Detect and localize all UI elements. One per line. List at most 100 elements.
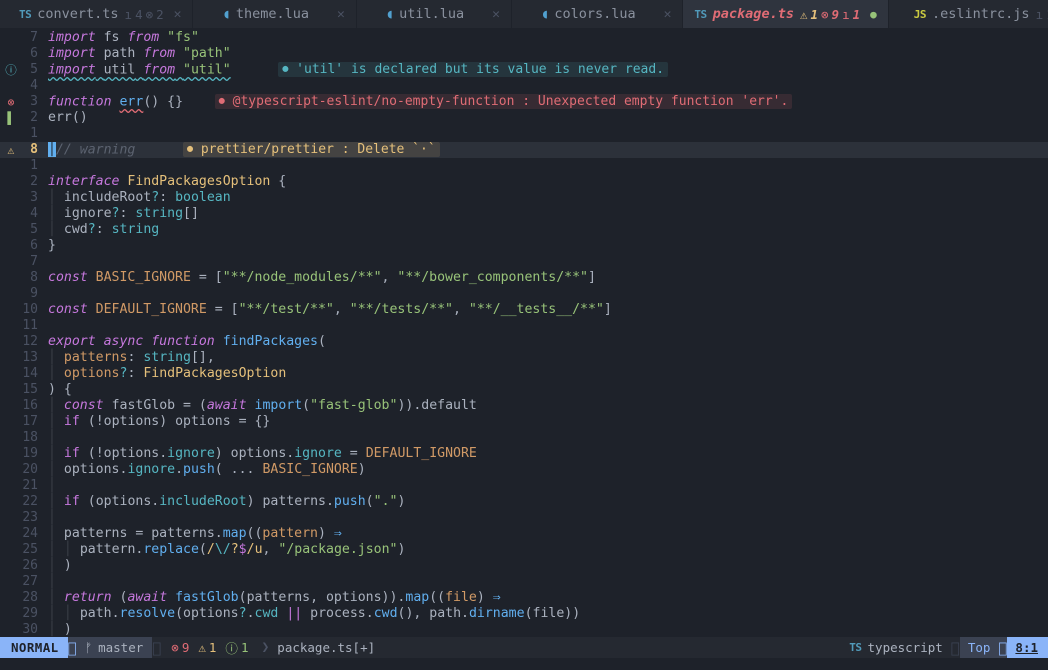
javascript-file-icon: JS [914,8,926,21]
code-line-hint: ⓘ5import util from "util" ● 'util' is de… [0,62,1048,78]
code-line: 15) { [0,382,1048,398]
mode-separator-icon:  [68,637,78,658]
code-text: │ if (!options.ignore) options.ignore = … [48,446,1048,462]
status-right: TS typescript  Top  8:1 [841,637,1048,658]
hint-count: 1 [853,7,861,22]
code-line: 28│ return (await fastGlob(patterns, opt… [0,590,1048,606]
line-number: 8 [22,270,48,286]
line-number: 27 [22,574,48,590]
status-left: NORMAL  ᚠ master  ⊗9 ⚠1 ⓘ1 ❯ package.t… [0,637,383,658]
code-line: 5│ cwd?: string [0,222,1048,238]
typescript-file-icon: TS [19,8,31,21]
code-text: export async function findPackages( [48,334,1048,350]
line-number: 23 [22,510,48,526]
modified-indicator-icon[interactable]: ● [870,8,877,21]
code-line: 2interface FindPackagesOption { [0,174,1048,190]
tab-package-ts[interactable]: TS package.ts ⚠1 ⊗9 ı1 ● [683,0,888,28]
code-text: err() [48,110,1048,126]
line-number: 22 [22,494,48,510]
code-text: │ ) [48,622,1048,637]
code-text: │ includeRoot?: boolean [48,190,1048,206]
warning-icon: ⚠ [800,7,808,22]
tab-diagnostics: ı1 [1036,7,1048,22]
warning-icon: ⚠ [198,640,206,655]
line-number: 12 [22,334,48,350]
line-number: 15 [22,382,48,398]
close-icon[interactable]: ✕ [174,7,182,22]
tab-util-lua[interactable]: ◖ util.lua ✕ [375,0,512,28]
scroll-separator-icon:  [951,637,960,658]
line-number: 5 [22,222,48,238]
tab-convert-ts[interactable]: TS convert.ts ı4 ⊗2 ✕ [8,0,193,28]
tab-label: theme.lua [236,6,309,22]
neovim-editor-window: TS convert.ts ı4 ⊗2 ✕ ◖ theme.lua ✕ ◖ ut… [0,0,1048,670]
line-number: 28 [22,590,48,606]
thin-separator-icon: ❯ [261,637,269,658]
code-text: │ [48,478,1048,494]
close-icon[interactable]: ✕ [664,7,672,22]
code-line: ▌2err() [0,110,1048,126]
code-line: 18│ [0,430,1048,446]
code-text: │// warning ● prettier/prettier : Delete… [48,142,1048,159]
tab-colors-lua[interactable]: ◖ colors.lua ✕ [530,0,683,28]
inline-diagnostic-warning: ● prettier/prettier : Delete `·` [183,142,440,157]
error-count: 9 [832,7,840,22]
code-text: ) { [48,382,1048,398]
code-text: │ patterns = patterns.map((pattern) ⇒ [48,526,1048,542]
line-number: 4 [22,206,48,222]
inline-diagnostic-error: ● @typescript-eslint/no-empty-function :… [215,94,793,109]
error-count: 2 [156,7,164,22]
tab-diagnostics: ı4 ⊗2 [125,7,164,22]
close-icon[interactable]: ✕ [337,7,345,22]
tab-label: package.ts [713,6,794,22]
line-number: 16 [22,398,48,414]
code-text: function err() {} ● @typescript-eslint/n… [48,94,1048,111]
code-line: 7import fs from "fs" [0,30,1048,46]
status-diagnostics[interactable]: ⊗9 ⚠1 ⓘ1 [162,637,261,658]
line-number: 6 [22,46,48,62]
code-line: 1 [0,126,1048,142]
line-number: 10 [22,302,48,318]
code-line: 17│ if (!options) options = {} [0,414,1048,430]
code-line: 14│ options?: FindPackagesOption [0,366,1048,382]
line-number: 1 [22,158,48,174]
line-number: 26 [22,558,48,574]
code-line: 26│ ) [0,558,1048,574]
code-line: 8const BASIC_IGNORE = ["**/node_modules/… [0,270,1048,286]
code-text: │ if (!options) options = {} [48,414,1048,430]
close-icon[interactable]: ✕ [492,7,500,22]
code-text: } [48,238,1048,254]
line-number: 14 [22,366,48,382]
line-number: 19 [22,446,48,462]
line-number: 24 [22,526,48,542]
code-line: 24│ patterns = patterns.map((pattern) ⇒ [0,526,1048,542]
line-number: 2 [22,174,48,190]
code-text: │ return (await fastGlob(patterns, optio… [48,590,1048,606]
code-line: 30│ ) [0,622,1048,637]
line-number: 11 [22,318,48,334]
scroll-position: Top [960,637,999,658]
line-number: 25 [22,542,48,558]
tab-label: util.lua [399,6,464,22]
line-number: 17 [22,414,48,430]
code-text: │ │ pattern.replace(/\/?$/u, "/package.j… [48,542,1048,558]
tab-eslintrc-js[interactable]: JS .eslintrc.js ı1 ✕ [903,0,1048,28]
tab-theme-lua[interactable]: ◖ theme.lua ✕ [211,0,356,28]
code-line: 4│ ignore?: string[] [0,206,1048,222]
hint-icon: ı [125,7,133,22]
code-line: 23│ [0,510,1048,526]
code-line: 11 [0,318,1048,334]
hint-sign-icon: ⓘ [0,62,22,78]
code-text: │ [48,430,1048,446]
code-line: 6} [0,238,1048,254]
line-number: 1 [22,126,48,142]
git-branch-status[interactable]: ᚠ master [78,637,153,658]
code-editor-area[interactable]: 7import fs from "fs" 6import path from "… [0,28,1048,637]
code-line-error: ⊗3function err() {} ● @typescript-eslint… [0,94,1048,110]
code-text: import fs from "fs" [48,30,1048,46]
code-line: 4 [0,78,1048,94]
status-filename: package.ts[+] [269,637,383,658]
code-text: │ [48,574,1048,590]
language-indicator[interactable]: TS typescript [841,637,951,658]
code-text: │ if (options.includeRoot) patterns.push… [48,494,1048,510]
